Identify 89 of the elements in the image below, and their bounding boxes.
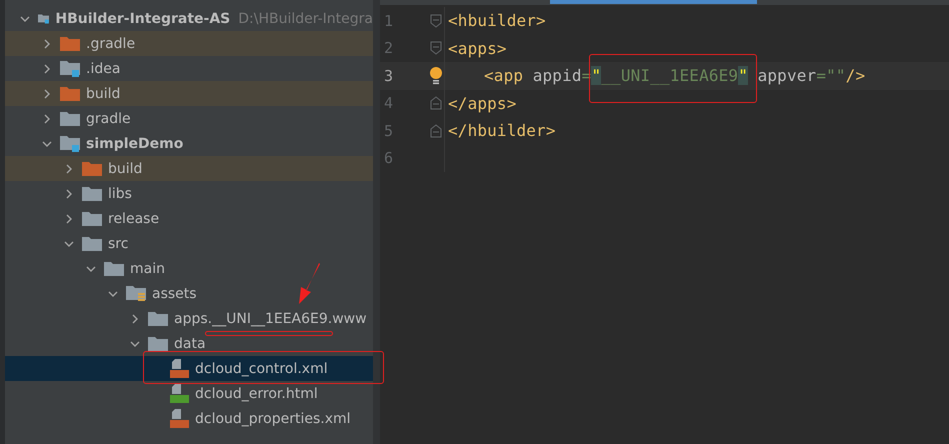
chevron-right-icon[interactable] [130,314,140,324]
code-token: </apps> [448,94,516,113]
code-token: <apps> [448,38,507,58]
tree-row[interactable]: gradle [5,106,373,131]
tree-row[interactable]: dcloud_error.html [5,381,373,406]
chevron-down-icon[interactable] [42,138,52,148]
chevron-right-icon[interactable] [64,164,74,174]
xml-file-icon [170,409,189,428]
chevron-down-icon[interactable] [20,14,30,24]
tree-row[interactable]: main [5,256,373,281]
code-token: appid [532,66,582,86]
chevron-right-icon[interactable] [42,64,52,74]
folder-icon [60,86,80,102]
tree-label: dcloud_properties.xml [195,410,351,426]
tree-row[interactable]: data [5,331,373,356]
chevron-right-icon[interactable] [64,188,74,198]
tree-row[interactable]: HBuilder-Integrate-AS D:\HBuilder-Integra [5,6,373,31]
tree-row[interactable]: simpleDemo [5,131,373,156]
tree-label: .gradle [86,36,136,52]
tree-label: src [108,236,128,252]
tree-label: build [86,86,120,102]
tree-row[interactable]: assets [5,281,373,306]
chevron-right-icon[interactable] [42,114,52,124]
folder-icon [60,36,80,52]
tree-row[interactable]: build [5,81,373,106]
code-token: </hbuilder> [448,121,556,140]
tree-label: .idea [86,60,120,76]
folder-icon [148,310,168,326]
fold-icon[interactable] [430,96,442,110]
line-number: 1 [383,12,394,30]
folder-icon [60,60,80,78]
folder-icon [60,134,80,152]
line-number: 5 [383,122,394,140]
tree-row[interactable]: dcloud_properties.xml [5,406,373,431]
tree-row[interactable]: build [5,156,373,181]
folder-icon [82,160,102,176]
line-number: 2 [383,39,394,58]
tree-label: dcloud_error.html [195,386,318,402]
tree-label: libs [108,186,132,202]
project-path: D:\HBuilder-Integra [238,10,373,26]
xml-file-icon [170,359,189,378]
code-token: " [591,66,602,86]
lightbulb-icon[interactable] [429,66,443,85]
line-number: 4 [383,94,394,112]
tree-row[interactable]: apps.__UNI__1EEA6E9.www [5,306,373,331]
folder-icon [104,260,124,276]
folder-icon [148,336,168,352]
chevron-down-icon[interactable] [86,264,96,274]
folder-icon [82,236,102,252]
line-number: 3 [383,66,394,85]
folder-icon [60,110,80,126]
line-number: 6 [383,149,394,168]
tree-label: release [108,210,160,226]
tree-label: HBuilder-Integrate-AS [55,10,230,26]
tree-label: data [174,336,206,352]
folder-icon [126,284,146,302]
tree-row[interactable]: .gradle [5,31,373,56]
annotation-arrow [297,262,321,304]
tree-row[interactable]: release [5,206,373,231]
code-token: /> [846,66,866,86]
code-token: <app [484,66,524,86]
chevron-down-icon[interactable] [108,288,118,298]
tree-label: simpleDemo [86,136,184,152]
code-token: appver [758,66,816,86]
tree-label: apps.__UNI__1EEA6E9.www [174,310,367,326]
tree-label: build [108,160,142,176]
chevron-down-icon[interactable] [130,338,140,348]
code-token: ="" [816,66,846,86]
tree-row[interactable]: .idea [5,56,373,81]
chevron-down-icon[interactable] [64,238,74,248]
tree-label: main [130,260,165,276]
tree-label: assets [152,286,197,302]
tree-row[interactable]: libs [5,181,373,206]
code-token: <hbuilder> [448,11,546,30]
fold-icon[interactable] [430,41,442,56]
chevron-right-icon[interactable] [64,214,74,224]
chevron-right-icon[interactable] [42,88,52,98]
code-token: " [738,66,748,86]
fold-icon[interactable] [430,14,442,28]
code-token: __UNI__1EEA6E9 [601,66,738,86]
folder-icon [82,210,102,226]
chevron-right-icon[interactable] [42,38,52,48]
tree-row[interactable]: src [5,231,373,256]
tree-row[interactable]: dcloud_control.xml [5,356,373,381]
tree-label: gradle [86,110,131,126]
folder-icon [82,186,102,202]
tree-label: dcloud_control.xml [195,360,328,376]
html-file-icon [170,384,189,403]
fold-icon[interactable] [430,124,442,138]
